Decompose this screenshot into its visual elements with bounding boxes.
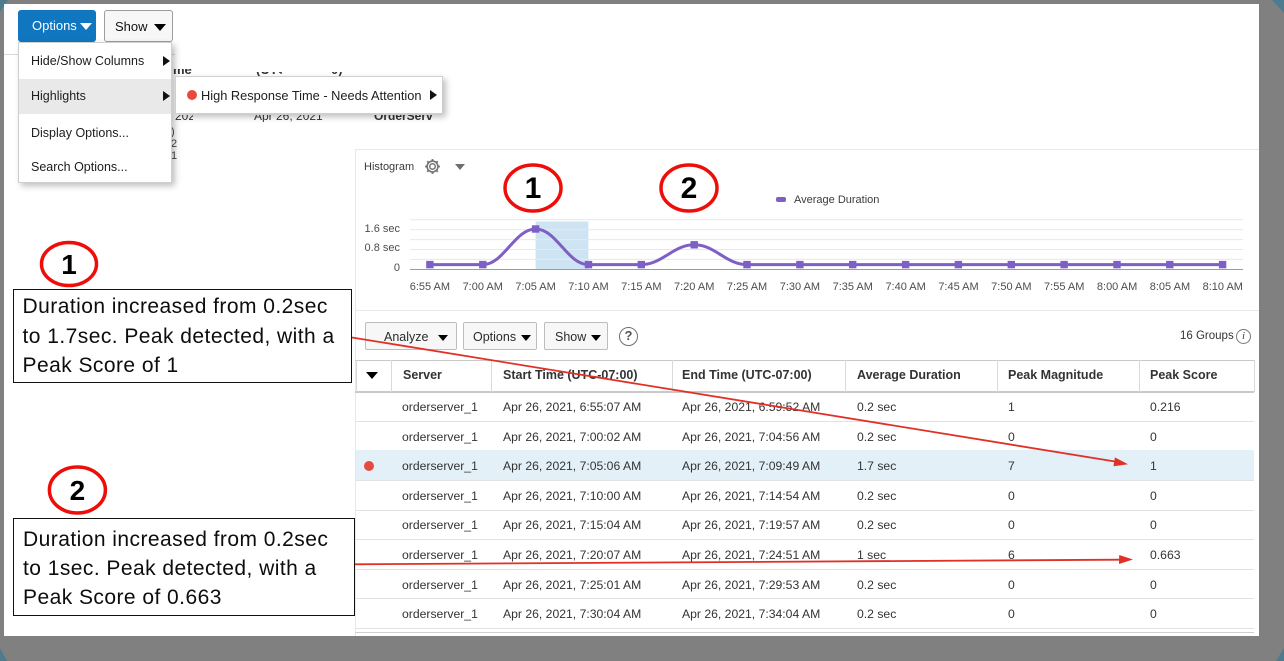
svg-text:2: 2 (70, 475, 86, 506)
svg-text:2: 2 (681, 172, 698, 205)
svg-text:1: 1 (525, 172, 542, 205)
svg-text:1: 1 (61, 249, 77, 280)
